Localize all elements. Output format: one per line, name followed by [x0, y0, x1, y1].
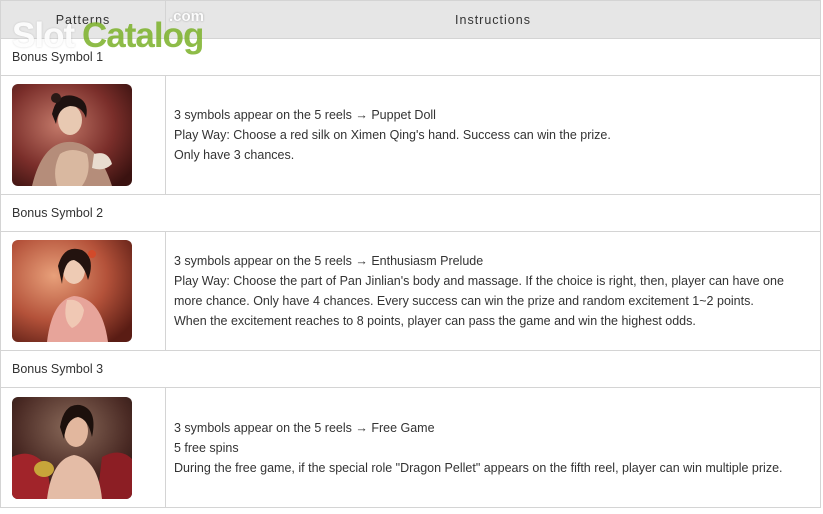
enthusiasm-prelude-character-image	[12, 240, 132, 342]
instruction-line: During the free game, if the special rol…	[174, 460, 783, 475]
section-label: Bonus Symbol 3	[0, 350, 821, 388]
content-row-bonus-1: 3 symbols appear on the 5 reels → Puppet…	[0, 75, 821, 195]
section-row-bonus-1: Bonus Symbol 1	[0, 38, 821, 76]
instruction-line: Only have 3 chances.	[174, 148, 295, 162]
section-label: Bonus Symbol 2	[0, 194, 821, 232]
instructions-cell: 3 symbols appear on the 5 reels → Puppet…	[165, 75, 821, 195]
instructions-cell: 3 symbols appear on the 5 reels → Enthus…	[165, 231, 821, 351]
header-row: Patterns Instructions	[0, 0, 821, 39]
pattern-cell	[0, 231, 166, 351]
section-row-bonus-3: Bonus Symbol 3	[0, 350, 821, 388]
section-label: Bonus Symbol 1	[0, 38, 821, 76]
instruction-line: 3 symbols appear on the 5 reels → Puppet…	[174, 108, 436, 122]
instruction-line: Play Way: Choose a red silk on Ximen Qin…	[174, 128, 611, 142]
header-instructions: Instructions	[165, 0, 821, 39]
content-row-bonus-3: 3 symbols appear on the 5 reels → Free G…	[0, 387, 821, 508]
puppet-doll-character-image	[12, 84, 132, 186]
instruction-line: 3 symbols appear on the 5 reels → Free G…	[174, 420, 435, 435]
instruction-line: 3 symbols appear on the 5 reels → Enthus…	[174, 254, 484, 268]
content-row-bonus-2: 3 symbols appear on the 5 reels → Enthus…	[0, 231, 821, 351]
header-patterns: Patterns	[0, 0, 166, 39]
free-game-character-image	[12, 396, 132, 499]
pattern-cell	[0, 387, 166, 508]
pattern-cell	[0, 75, 166, 195]
section-row-bonus-2: Bonus Symbol 2	[0, 194, 821, 232]
instruction-line: When the excitement reaches to 8 points,…	[174, 314, 696, 328]
instruction-line: 5 free spins	[174, 440, 239, 455]
instruction-line: Play Way: Choose the part of Pan Jinlian…	[174, 274, 784, 308]
paytable: Patterns Instructions Bonus Symbol 1 3 s…	[0, 0, 821, 508]
instructions-cell: 3 symbols appear on the 5 reels → Free G…	[165, 387, 821, 508]
